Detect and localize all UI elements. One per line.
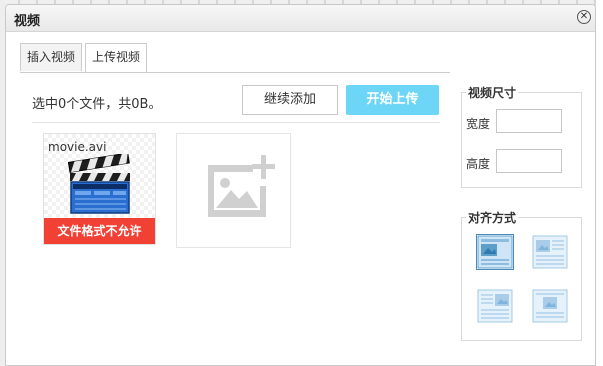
video-size-title: 视频尺寸 <box>466 84 519 101</box>
tab-divider <box>20 72 450 73</box>
video-dialog: 视频 ✕ 插入视频 上传视频 选中0个文件，共0B。 继续添加 开始上传 mov… <box>5 4 596 366</box>
align-left-icon <box>532 235 568 269</box>
file-name: movie.avi <box>48 140 107 154</box>
file-item[interactable]: movie.avi 文件格式不允许 <box>43 133 156 245</box>
tab-insert-video[interactable]: 插入视频 <box>20 43 83 71</box>
background-right-edge <box>596 0 603 366</box>
upload-status-text: 选中0个文件，共0B。 <box>32 97 162 112</box>
alignment-title: 对齐方式 <box>466 209 519 226</box>
tab-upload-video[interactable]: 上传视频 <box>85 43 148 73</box>
upload-header-divider <box>32 122 440 123</box>
continue-add-button[interactable]: 继续添加 <box>242 85 338 115</box>
close-icon: ✕ <box>579 11 589 22</box>
add-image-icon <box>208 155 275 217</box>
align-right-icon <box>477 289 513 323</box>
height-input[interactable] <box>496 149 562 173</box>
video-size-panel: 视频尺寸 宽度 高度 <box>461 84 582 188</box>
width-input[interactable] <box>496 109 562 133</box>
align-none-icon <box>477 235 513 269</box>
add-file-placeholder[interactable] <box>176 133 291 248</box>
align-left-button[interactable] <box>531 234 569 270</box>
align-center-icon <box>532 289 568 323</box>
file-format-error-badge: 文件格式不允许 <box>44 218 155 244</box>
align-none-button[interactable] <box>476 234 514 270</box>
alignment-panel: 对齐方式 <box>461 209 582 341</box>
dialog-title: 视频 <box>14 14 41 29</box>
dialog-titlebar[interactable]: 视频 ✕ <box>6 5 595 32</box>
align-right-button[interactable] <box>476 288 514 324</box>
height-label: 高度 <box>466 157 491 171</box>
width-label: 宽度 <box>466 117 491 131</box>
video-clapperboard-icon <box>68 154 130 214</box>
start-upload-button[interactable]: 开始上传 <box>346 85 439 115</box>
close-button[interactable]: ✕ <box>577 10 591 24</box>
align-center-button[interactable] <box>531 288 569 324</box>
